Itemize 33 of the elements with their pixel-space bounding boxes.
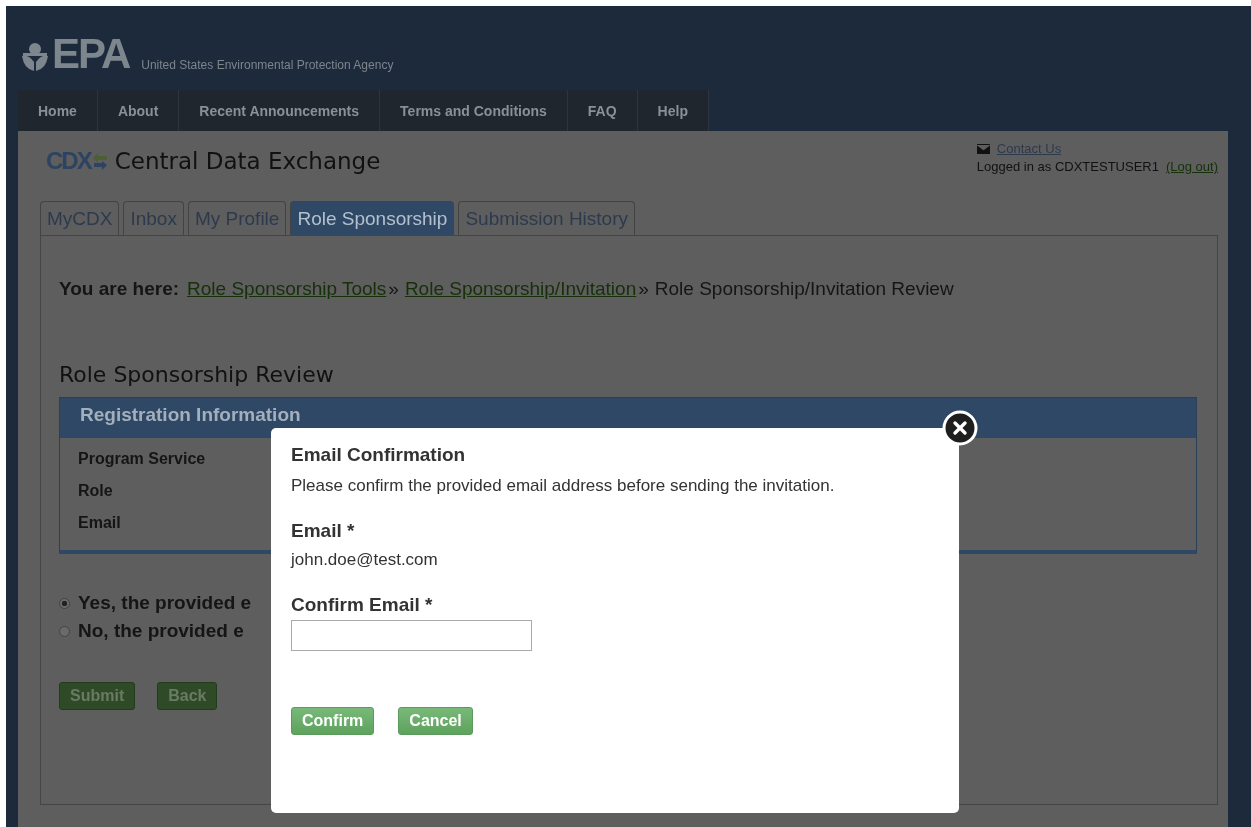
page-button[interactable]: Back	[157, 682, 218, 710]
logged-in-text: Logged in as CDXTESTUSER1	[976, 159, 1159, 174]
field-label: Email *	[291, 520, 356, 542]
breadcrumb-separator: »	[388, 278, 399, 300]
breadcrumb-link[interactable]: Role Sponsorship/Invitation	[404, 278, 637, 300]
field-label: Confirm Email *	[291, 594, 434, 616]
breadcrumb-current: Role Sponsorship/Invitation Review	[654, 278, 954, 300]
option-label: No, the provided e	[78, 620, 245, 642]
radio-button[interactable]	[59, 625, 70, 637]
dialog-button[interactable]: Cancel	[398, 707, 473, 735]
site-title: Central Data Exchange	[114, 148, 381, 174]
option-label: Yes, the provided e	[78, 592, 253, 614]
dialog-button[interactable]: Confirm	[291, 707, 375, 735]
flower-logo-icon	[20, 42, 50, 72]
tab[interactable]: Role Sponsorship	[290, 201, 455, 235]
email-input[interactable]	[291, 620, 532, 651]
field-label: Role	[78, 482, 114, 500]
breadcrumb-link[interactable]: Role Sponsorship Tools	[187, 278, 387, 300]
envelope-icon	[976, 143, 990, 154]
agency-name: United States Environmental Protection Agency	[141, 58, 394, 72]
logout-link[interactable]: (Log out)	[1165, 159, 1218, 174]
logo-text: EPA	[52, 36, 130, 72]
breadcrumb-separator: »	[638, 278, 649, 300]
radio-button[interactable]	[59, 597, 70, 609]
breadcrumb-label: You are here:	[59, 278, 180, 300]
field-label: Program Service	[78, 450, 207, 468]
field-value: john.doe@test.com	[291, 550, 439, 570]
page-button[interactable]: Submit	[59, 682, 136, 710]
page-title: Role Sponsorship Review	[59, 362, 335, 387]
dialog-title: Email Confirmation	[291, 444, 467, 466]
dialog-message: Please confirm the provided email address before sending the invitation.	[291, 476, 836, 496]
close-icon[interactable]	[942, 410, 978, 446]
field-label: Email	[78, 514, 122, 532]
